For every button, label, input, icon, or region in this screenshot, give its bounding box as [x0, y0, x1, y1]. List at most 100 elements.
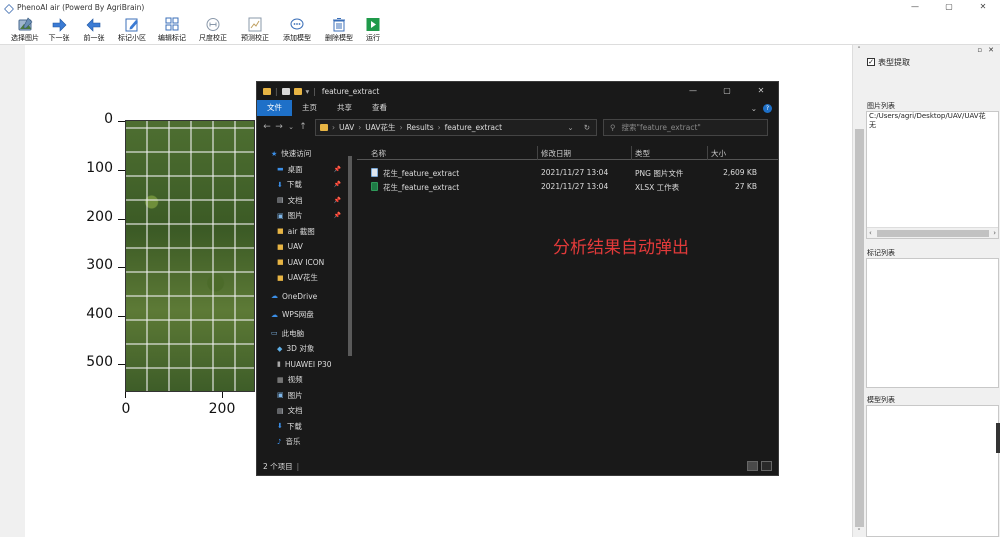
phenotype-extraction-checkbox[interactable]: ✓ 表型提取: [865, 56, 1000, 68]
scale-correction-button[interactable]: 尺度校正: [192, 15, 234, 45]
address-bar[interactable]: › UAV › UAV花生 › Results › feature_extrac…: [315, 118, 597, 136]
x-tick-label: 200: [208, 401, 236, 417]
minimize-button[interactable]: —: [898, 0, 932, 15]
new-folder-icon[interactable]: [293, 87, 302, 95]
column-header-size[interactable]: 大小: [711, 148, 726, 159]
prediction-correction-button[interactable]: 预测校正: [234, 15, 276, 45]
scroll-right-icon[interactable]: ›: [993, 228, 996, 239]
phone-icon: ▮: [277, 360, 281, 369]
large-icons-view-button[interactable]: [761, 461, 772, 471]
image-list-hscrollbar[interactable]: ‹ ›: [867, 227, 998, 238]
back-icon[interactable]: ←: [261, 122, 273, 132]
navigation-pane: ★ 快速访问 ▬ 桌面 📌 ⬇ 下载 📌 ▤ 文档 📌 ▣ 图片 📌 ■ air 截图 ■ UAV ■ UAV ICO…: [257, 140, 357, 460]
nav-item[interactable]: ◆ 3D 对象: [257, 341, 357, 357]
tab-file[interactable]: 文件: [257, 100, 292, 116]
file-row[interactable]: 花生_feature_extract 2021/11/27 13:04 PNG …: [357, 166, 778, 180]
nav-item[interactable]: ▬ 桌面 📌: [257, 162, 357, 178]
details-view-button[interactable]: [747, 461, 758, 471]
refresh-icon[interactable]: ↻: [584, 123, 590, 132]
nav-item[interactable]: ★ 快速访问: [257, 146, 357, 162]
nav-item[interactable]: ■ UAV ICON: [257, 255, 357, 271]
float-dock-icon[interactable]: ▫: [977, 45, 982, 56]
tab-share[interactable]: 共享: [327, 100, 362, 116]
add-model-button[interactable]: 添加模型: [276, 15, 318, 45]
pin-icon[interactable]: 📌: [334, 212, 341, 219]
y-tick-mark: [118, 170, 125, 171]
prev-image-button[interactable]: 前一张: [76, 15, 112, 45]
folder-icon: [263, 87, 271, 95]
up-icon[interactable]: ↑: [297, 122, 309, 132]
recent-chevron-icon[interactable]: ⌄: [285, 123, 297, 131]
nav-item[interactable]: ▤ 文档: [257, 403, 357, 419]
uav-field-image: [125, 120, 255, 392]
expand-ribbon-icon[interactable]: ⌄: [751, 104, 757, 113]
edit-mark-button[interactable]: 编辑标记: [152, 15, 192, 45]
model-list-label: 模型列表: [867, 396, 895, 404]
folder-icon: ■: [277, 258, 284, 267]
scroll-down-icon[interactable]: ˅: [853, 528, 865, 536]
nav-item[interactable]: ▣ 图片 📌: [257, 208, 357, 224]
mark-list[interactable]: [866, 258, 999, 388]
nav-item[interactable]: ⬇ 下载 📌: [257, 177, 357, 193]
pin-icon[interactable]: 📌: [334, 181, 341, 188]
nav-item[interactable]: ■ UAV花生: [257, 270, 357, 286]
breadcrumb-item[interactable]: feature_extract: [445, 123, 502, 132]
nav-item[interactable]: ■ UAV: [257, 239, 357, 255]
checkbox-checked-icon[interactable]: ✓: [867, 58, 875, 66]
run-button[interactable]: 运行: [360, 15, 386, 45]
chevron-down-icon[interactable]: ▾: [306, 87, 310, 96]
list-item[interactable]: 无: [867, 121, 998, 130]
breadcrumb-item[interactable]: UAV: [339, 123, 354, 132]
column-header-name[interactable]: 名称: [371, 148, 386, 159]
nav-pane-scrollbar[interactable]: [346, 146, 354, 458]
explorer-maximize-button[interactable]: ▢: [710, 82, 744, 100]
scroll-left-icon[interactable]: ‹: [869, 228, 872, 239]
tab-view[interactable]: 查看: [362, 100, 397, 116]
select-image-button[interactable]: 选择图片: [8, 15, 42, 45]
properties-icon[interactable]: [281, 87, 290, 95]
close-button[interactable]: ✕: [966, 0, 1000, 15]
nav-item[interactable]: ■ air 截图: [257, 224, 357, 240]
help-icon[interactable]: ?: [763, 103, 772, 113]
nav-item[interactable]: ▮ HUAWEI P30: [257, 357, 357, 373]
breadcrumb-item[interactable]: Results: [407, 123, 434, 132]
next-image-button[interactable]: 下一张: [42, 15, 76, 45]
nav-item[interactable]: ▣ 图片: [257, 388, 357, 404]
column-header-date[interactable]: 修改日期: [541, 148, 571, 159]
image-list[interactable]: C:/Users/agri/Desktop/UAV/UAV花 无 ‹ ›: [866, 111, 999, 239]
maximize-button[interactable]: ▢: [932, 0, 966, 15]
nav-item[interactable]: ⬇ 下载: [257, 419, 357, 435]
pin-icon[interactable]: 📌: [334, 197, 341, 204]
download-icon: ⬇: [277, 422, 283, 431]
list-item[interactable]: C:/Users/agri/Desktop/UAV/UAV花: [867, 112, 998, 121]
breadcrumb-item[interactable]: UAV花生: [365, 122, 395, 133]
canvas-scrollbar[interactable]: ˄ ˅: [852, 45, 865, 537]
toolbar-label: 添加模型: [283, 34, 311, 42]
nav-item[interactable]: ▦ 视频: [257, 372, 357, 388]
nav-item[interactable]: ♪ 音乐: [257, 434, 357, 450]
scroll-up-icon[interactable]: ˄: [853, 46, 865, 54]
close-dock-icon[interactable]: ✕: [988, 45, 994, 56]
forward-icon[interactable]: →: [273, 122, 285, 132]
scroll-thumb[interactable]: [855, 129, 864, 527]
nav-item-label: 下载: [286, 421, 302, 431]
file-row[interactable]: 花生_feature_extract 2021/11/27 13:04 XLSX…: [357, 180, 778, 194]
nav-item[interactable]: ☁ OneDrive: [257, 289, 357, 305]
pin-icon[interactable]: 📌: [334, 166, 341, 173]
explorer-close-button[interactable]: ✕: [744, 82, 778, 100]
delete-model-button[interactable]: 删除模型: [318, 15, 360, 45]
search-input[interactable]: ⚲ 搜索"feature_extract": [603, 118, 768, 136]
model-list[interactable]: [866, 405, 999, 537]
tab-home[interactable]: 主页: [292, 100, 327, 116]
column-header-type[interactable]: 类型: [635, 148, 650, 159]
y-tick-label: 0: [104, 111, 113, 127]
nav-item[interactable]: ☁ WPS网盘: [257, 307, 357, 323]
nav-item[interactable]: ▭ 此电脑: [257, 326, 357, 342]
nav-item[interactable]: ▤ 文档 📌: [257, 193, 357, 209]
splitter-handle[interactable]: [996, 423, 1000, 453]
mark-plot-button[interactable]: 标记小区: [112, 15, 152, 45]
explorer-minimize-button[interactable]: —: [676, 82, 710, 100]
address-dropdown-icon[interactable]: ⌄: [567, 123, 573, 132]
computer-icon: ▭: [271, 329, 278, 338]
toolbar-label: 编辑标记: [158, 34, 186, 42]
